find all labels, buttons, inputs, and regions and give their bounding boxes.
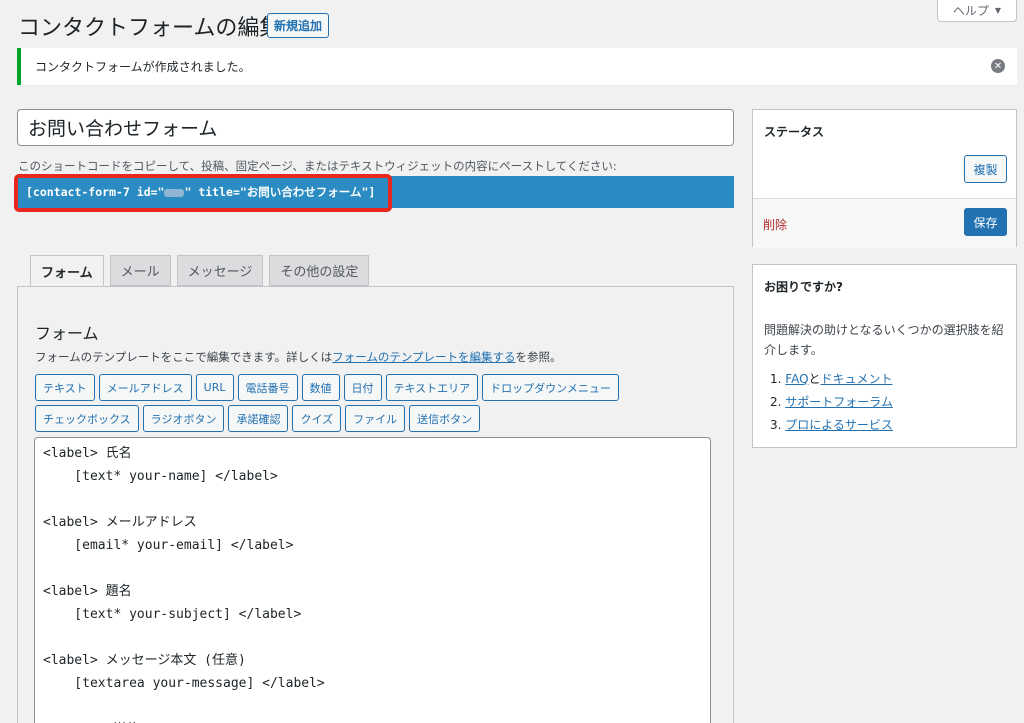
- help-box-title: お困りですか?: [764, 280, 843, 294]
- tag-generator-row-1: テキスト メールアドレス URL 電話番号 数値 日付 テキストエリア ドロップ…: [35, 374, 619, 401]
- tag-button-text[interactable]: テキスト: [35, 374, 95, 401]
- status-box: ステータス 複製 削除 保存: [752, 109, 1017, 248]
- list-item: 3. プロによるサービス: [770, 414, 1005, 437]
- tag-button-url[interactable]: URL: [195, 374, 234, 401]
- list-number: 3.: [770, 418, 782, 432]
- help-box-text: 問題解決の助けとなるいくつかの選択肢を紹介します。: [764, 323, 1004, 357]
- form-template-editor[interactable]: <label> 氏名 [text* your-name] </label> <l…: [34, 437, 711, 723]
- tag-button-date[interactable]: 日付: [343, 374, 382, 401]
- status-box-title: ステータス: [764, 125, 825, 139]
- template-help-link[interactable]: フォームのテンプレートを編集する: [332, 350, 515, 364]
- form-title-input[interactable]: お問い合わせフォーム: [17, 109, 734, 146]
- support-forum-link[interactable]: サポートフォーラム: [785, 395, 893, 409]
- chevron-down-icon: ▼: [994, 6, 1002, 15]
- page-title: コンタクトフォームの編集: [18, 16, 282, 41]
- tab-messages[interactable]: メッセージ: [176, 255, 264, 286]
- tag-button-textarea[interactable]: テキストエリア: [385, 374, 479, 401]
- tag-button-acceptance[interactable]: 承諾確認: [228, 405, 289, 432]
- notice-message: コンタクトフォームが作成されました。: [35, 60, 251, 74]
- tag-button-tel[interactable]: 電話番号: [237, 374, 298, 401]
- list-connector: と: [808, 372, 821, 386]
- faq-link[interactable]: FAQ: [785, 372, 808, 386]
- tag-generator-row-2: チェックボックス ラジオボタン 承諾確認 クイズ ファイル 送信ボタン: [35, 405, 481, 432]
- help-link-list: 1. FAQとドキュメント 2. サポートフォーラム 3. プロによるサービス: [753, 360, 1016, 437]
- tag-button-email[interactable]: メールアドレス: [98, 374, 192, 401]
- add-new-button[interactable]: 新規追加: [267, 13, 330, 38]
- save-button[interactable]: 保存: [964, 208, 1007, 236]
- success-notice: コンタクトフォームが作成されました。 ✕: [17, 48, 1017, 85]
- tag-button-number[interactable]: 数値: [301, 374, 340, 401]
- tab-form[interactable]: フォーム: [30, 255, 104, 287]
- docs-link[interactable]: ドキュメント: [821, 372, 893, 386]
- shortcode-description: このショートコードをコピーして、投稿、固定ページ、またはテキストウィジェットの内…: [18, 159, 617, 173]
- tag-button-submit[interactable]: 送信ボタン: [409, 405, 481, 432]
- list-item: 1. FAQとドキュメント: [770, 368, 1005, 391]
- form-panel: フォーム フォームのテンプレートをここで編集できます。詳しくはフォームのテンプレ…: [17, 286, 734, 723]
- highlight-annotation: [14, 174, 392, 212]
- close-icon[interactable]: ✕: [991, 59, 1005, 73]
- tag-button-checkbox[interactable]: チェックボックス: [35, 405, 139, 432]
- professional-services-link[interactable]: プロによるサービス: [785, 418, 893, 432]
- help-box: お困りですか? 問題解決の助けとなるいくつかの選択肢を紹介します。 1. FAQ…: [752, 264, 1017, 448]
- list-number: 1.: [770, 372, 782, 386]
- delete-link[interactable]: 削除: [763, 216, 787, 233]
- tag-button-file[interactable]: ファイル: [345, 405, 406, 432]
- help-button[interactable]: ヘルプ ▼: [937, 0, 1017, 22]
- duplicate-button[interactable]: 複製: [964, 155, 1007, 183]
- tag-button-radio[interactable]: ラジオボタン: [142, 405, 225, 432]
- tab-mail[interactable]: メール: [109, 255, 171, 286]
- panel-description: フォームのテンプレートをここで編集できます。詳しくはフォームのテンプレートを編集…: [35, 349, 561, 365]
- tag-button-select[interactable]: ドロップダウンメニュー: [482, 374, 619, 401]
- tab-bar: フォーム メール メッセージ その他の設定: [30, 255, 370, 287]
- tab-additional-settings[interactable]: その他の設定: [269, 255, 370, 286]
- help-label: ヘルプ: [952, 4, 989, 18]
- list-number: 2.: [770, 395, 782, 409]
- desc-text-after: を参照。: [515, 350, 562, 364]
- panel-title: フォーム: [35, 324, 99, 343]
- list-item: 2. サポートフォーラム: [770, 391, 1005, 414]
- tag-button-quiz[interactable]: クイズ: [292, 405, 342, 432]
- desc-text: フォームのテンプレートをここで編集できます。詳しくは: [35, 350, 333, 364]
